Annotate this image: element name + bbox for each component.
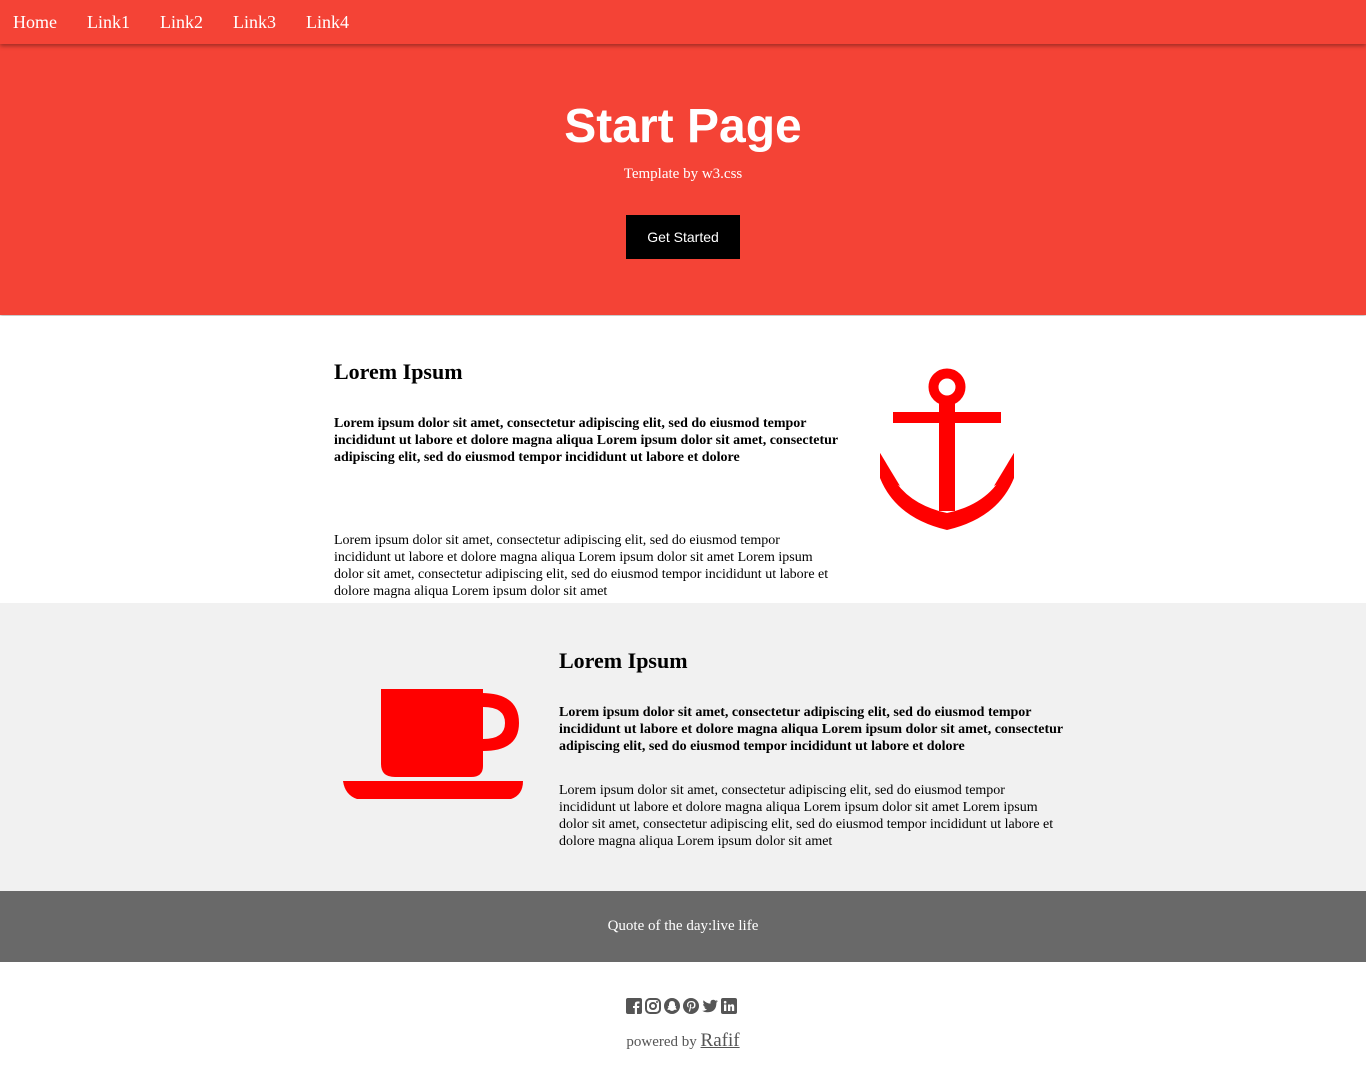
section-2-heading: Lorem Ipsum — [559, 648, 688, 673]
top-nav: Home Link1 Link2 Link3 Link4 — [0, 0, 1366, 44]
nav-link-2[interactable]: Link2 — [145, 0, 218, 44]
powered-by-label: powered by — [626, 1034, 697, 1050]
linkedin-icon[interactable] — [721, 998, 737, 1014]
page-title: Start Page — [564, 100, 802, 153]
nav-link-1[interactable]: Link1 — [72, 0, 145, 44]
snapchat-icon[interactable] — [664, 998, 680, 1014]
section-2-plain-text: Lorem ipsum dolor sit amet, consectetur … — [559, 783, 1054, 849]
footer: powered by Rafif — [0, 962, 1366, 1087]
section-1-bold-text: Lorem ipsum dolor sit amet, consectetur … — [334, 416, 838, 465]
quote-text: Quote of the day:live life — [607, 918, 759, 934]
anchor-icon — [880, 368, 1014, 530]
get-started-button[interactable]: Get Started — [626, 215, 740, 259]
nav-link-home[interactable]: Home — [0, 0, 72, 44]
nav-link-3[interactable]: Link3 — [218, 0, 291, 44]
pinterest-icon[interactable] — [683, 998, 699, 1014]
twitter-icon[interactable] — [702, 998, 718, 1014]
instagram-icon[interactable] — [645, 998, 661, 1014]
page-subtitle: Template by w3.css — [623, 166, 743, 182]
quote-bar: Quote of the day:live life — [0, 891, 1366, 962]
section-1-heading: Lorem Ipsum — [334, 359, 463, 384]
powered-by: powered by Rafif — [0, 1030, 1366, 1052]
facebook-icon[interactable] — [626, 998, 642, 1014]
author-link[interactable]: Rafif — [701, 1030, 740, 1051]
section-1-plain-text: Lorem ipsum dolor sit amet, consectetur … — [334, 533, 829, 599]
content-section-1: Lorem Ipsum Lorem ipsum dolor sit amet, … — [0, 316, 1366, 603]
coffee-cup-icon — [343, 689, 523, 799]
section-2-bold-text: Lorem ipsum dolor sit amet, consectetur … — [559, 705, 1063, 754]
hero-header: Start Page Template by w3.css Get Starte… — [0, 44, 1366, 315]
nav-link-4[interactable]: Link4 — [291, 0, 364, 44]
content-section-2: Lorem Ipsum Lorem ipsum dolor sit amet, … — [0, 603, 1366, 891]
social-icons — [626, 998, 737, 1016]
